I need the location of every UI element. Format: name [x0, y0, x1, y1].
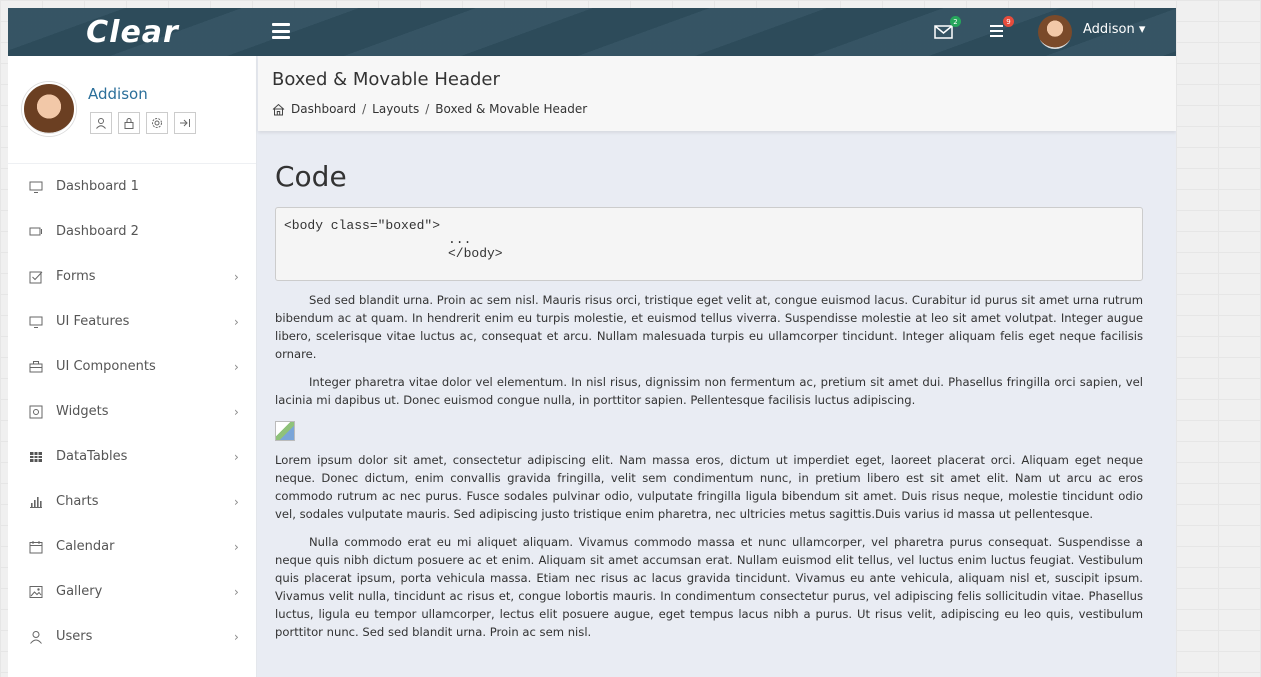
monitor-icon	[28, 179, 44, 195]
chevron-right-icon: ›	[234, 494, 239, 509]
sidebar-item-label: Dashboard 1	[56, 179, 139, 194]
sidebar-item-forms[interactable]: Forms ›	[8, 254, 256, 299]
sidebar-item-users[interactable]: Users ›	[8, 614, 256, 659]
chevron-right-icon: ›	[234, 449, 239, 464]
page-header: Boxed & Movable Header Dashboard / Layou…	[258, 56, 1176, 131]
display-icon	[28, 224, 44, 240]
sidebar-item-calendar[interactable]: Calendar ›	[8, 524, 256, 569]
code-line: </body>	[448, 246, 503, 261]
grid-icon	[28, 449, 44, 465]
monitor-icon	[28, 314, 44, 330]
messages-button[interactable]: 2	[933, 16, 961, 44]
sidebar-item-label: Gallery	[56, 584, 103, 599]
breadcrumb-separator: /	[425, 102, 430, 116]
chevron-right-icon: ›	[234, 539, 239, 554]
sidebar-item-charts[interactable]: Charts ›	[8, 479, 256, 524]
messages-badge: 2	[950, 16, 961, 27]
paragraph: Integer pharetra vitae dolor vel element…	[275, 375, 1143, 407]
chevron-right-icon: ›	[234, 629, 239, 644]
breadcrumb-dashboard[interactable]: Dashboard	[291, 102, 356, 116]
code-line: ...	[448, 232, 472, 247]
sidebar-profile: Addison	[8, 56, 256, 164]
chevron-right-icon: ›	[234, 269, 239, 284]
lock-icon[interactable]	[118, 112, 140, 134]
sidebar-item-datatables[interactable]: DataTables ›	[8, 434, 256, 479]
paragraph: Lorem ipsum dolor sit amet, consectetur …	[275, 453, 1143, 521]
logout-icon[interactable]	[174, 112, 196, 134]
chevron-right-icon: ›	[234, 314, 239, 329]
image-icon	[28, 584, 44, 600]
sidebar-item-dashboard-2[interactable]: Dashboard 2	[8, 209, 256, 254]
sidebar-item-label: Users	[56, 629, 93, 644]
bar-chart-icon	[28, 494, 44, 510]
sidebar-item-label: UI Features	[56, 314, 130, 329]
chevron-right-icon: ›	[234, 584, 239, 599]
sidebar-item-label: DataTables	[56, 449, 128, 464]
sidebar: Addison Dashboard 1 Dashboard 2 Forms › …	[8, 56, 257, 677]
page-title: Boxed & Movable Header	[272, 69, 500, 90]
briefcase-icon	[28, 359, 44, 375]
gear-icon[interactable]	[146, 112, 168, 134]
sidebar-item-label: Calendar	[56, 539, 115, 554]
breadcrumb: Dashboard / Layouts / Boxed & Movable He…	[272, 102, 587, 116]
sidebar-item-gallery[interactable]: Gallery ›	[8, 569, 256, 614]
checkbox-icon	[28, 269, 44, 285]
app-logo[interactable]: Clear	[86, 15, 179, 50]
sidebar-item-label: Widgets	[56, 404, 109, 419]
notifications-badge: 9	[1003, 16, 1014, 27]
paragraph: Sed sed blandit urna. Proin ac sem nisl.…	[275, 293, 1143, 361]
logo-area[interactable]: Clear	[8, 8, 257, 56]
sidebar-item-label: Charts	[56, 494, 99, 509]
sidebar-menu: Dashboard 1 Dashboard 2 Forms › UI Featu…	[8, 164, 256, 659]
paragraph: Nulla commodo erat eu mi aliquet aliquam…	[275, 535, 1143, 639]
top-navbar: Clear 2 9 Addison ▾	[8, 8, 1176, 56]
code-line: <body class="boxed">	[284, 218, 441, 233]
broken-image-icon	[275, 421, 295, 441]
user-avatar[interactable]	[1038, 15, 1072, 49]
avatar	[22, 82, 76, 136]
chevron-right-icon: ›	[234, 359, 239, 374]
widget-icon	[28, 404, 44, 420]
breadcrumb-current: Boxed & Movable Header	[435, 102, 588, 116]
sidebar-item-label: Forms	[56, 269, 96, 284]
breadcrumb-layouts[interactable]: Layouts	[372, 102, 419, 116]
user-menu-dropdown[interactable]: Addison ▾	[1083, 22, 1145, 37]
sidebar-item-ui-components[interactable]: UI Components ›	[8, 344, 256, 389]
profile-name[interactable]: Addison	[88, 85, 148, 103]
section-heading: Code	[275, 160, 347, 193]
breadcrumb-separator: /	[362, 102, 367, 116]
main-content: Code <body class="boxed"> ... </body> Se…	[275, 160, 1143, 641]
code-block: <body class="boxed"> ... </body>	[275, 207, 1143, 281]
sidebar-item-label: Dashboard 2	[56, 224, 139, 239]
calendar-icon	[28, 539, 44, 555]
sidebar-item-dashboard-1[interactable]: Dashboard 1	[8, 164, 256, 209]
profile-actions	[90, 112, 196, 134]
home-icon[interactable]	[272, 103, 285, 116]
profile-user-icon[interactable]	[90, 112, 112, 134]
menu-toggle-icon[interactable]	[272, 23, 290, 39]
sidebar-item-ui-features[interactable]: UI Features ›	[8, 299, 256, 344]
chevron-right-icon: ›	[234, 404, 239, 419]
sidebar-item-widgets[interactable]: Widgets ›	[8, 389, 256, 434]
user-icon	[28, 629, 44, 645]
notifications-button[interactable]: 9	[986, 16, 1014, 44]
sidebar-item-label: UI Components	[56, 359, 156, 374]
